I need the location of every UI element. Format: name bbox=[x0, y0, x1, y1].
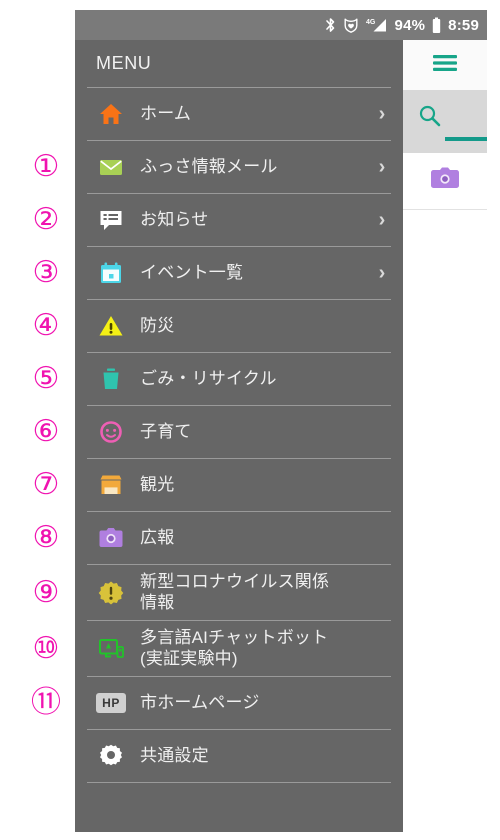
chevron-right-icon: › bbox=[375, 263, 389, 283]
chevron-right-icon: › bbox=[375, 157, 389, 177]
app-content-panel bbox=[403, 40, 487, 832]
mail-icon bbox=[96, 152, 126, 182]
chevron-right-icon: › bbox=[375, 104, 389, 124]
divider bbox=[87, 782, 391, 783]
menu-item-label: お知らせ bbox=[140, 210, 369, 230]
camera-icon[interactable] bbox=[430, 166, 460, 197]
divider bbox=[403, 209, 487, 210]
navigation-drawer: MENU ホーム › ふっさ情報メール › お知らせ › イベント一覧 › 防災ごみ・リサイクル… bbox=[75, 40, 403, 832]
callout-number-6: ⑤ bbox=[24, 364, 68, 394]
calendar-icon bbox=[96, 258, 126, 288]
menu-item-12[interactable]: HP 市ホームページ bbox=[75, 677, 403, 729]
menu-item-5[interactable]: 防災 bbox=[75, 300, 403, 352]
menu-item-13[interactable]: 共通設定 bbox=[75, 730, 403, 782]
hp-badge-icon: HP bbox=[96, 688, 126, 718]
menu-item-8[interactable]: 観光 bbox=[75, 459, 403, 511]
callout-number-12: ⑪ bbox=[24, 688, 68, 718]
battery-percent: 94% bbox=[395, 18, 426, 33]
drawer-title: MENU bbox=[75, 40, 403, 87]
menu-item-1[interactable]: ホーム › bbox=[75, 88, 403, 140]
alert-badge-icon bbox=[96, 578, 126, 608]
callout-number-2: ① bbox=[24, 152, 68, 182]
bluetooth-icon bbox=[325, 17, 336, 33]
menu-item-6[interactable]: ごみ・リサイクル bbox=[75, 353, 403, 405]
menu-item-label: 観光 bbox=[140, 475, 389, 495]
callout-number-3: ② bbox=[24, 205, 68, 235]
callout-number-7: ⑥ bbox=[24, 417, 68, 447]
clock-time: 8:59 bbox=[448, 18, 479, 33]
gear-icon bbox=[96, 741, 126, 771]
menu-item-4[interactable]: イベント一覧 › bbox=[75, 247, 403, 299]
menu-item-7[interactable]: 子育て bbox=[75, 406, 403, 458]
warning-triangle-icon bbox=[96, 311, 126, 341]
search-icon[interactable] bbox=[417, 103, 443, 134]
callout-number-10: ⑨ bbox=[24, 578, 68, 608]
trash-icon bbox=[96, 364, 126, 394]
search-field-underline bbox=[445, 137, 487, 141]
menu-item-label: 防災 bbox=[140, 316, 389, 336]
signal-4g-icon: 4G bbox=[366, 17, 388, 33]
drawer-menu-list: ホーム › ふっさ情報メール › お知らせ › イベント一覧 › 防災ごみ・リサイクル子育て観光… bbox=[75, 88, 403, 783]
child-face-icon bbox=[96, 417, 126, 447]
announcement-icon bbox=[96, 205, 126, 235]
shop-icon bbox=[96, 470, 126, 500]
menu-item-11[interactable]: 多言語AIチャットボット (実証実験中) bbox=[75, 621, 403, 676]
app-toolbar bbox=[403, 40, 487, 90]
hp-text: HP bbox=[96, 693, 126, 713]
menu-item-9[interactable]: 広報 bbox=[75, 512, 403, 564]
camera-icon bbox=[96, 523, 126, 553]
callout-number-8: ⑦ bbox=[24, 470, 68, 500]
heart-shield-icon bbox=[343, 17, 359, 33]
status-bar: 4G 94% 8:59 bbox=[75, 10, 487, 40]
menu-item-label: ホーム bbox=[140, 104, 369, 124]
callout-number-11: ⑩ bbox=[24, 634, 68, 664]
battery-icon bbox=[432, 17, 441, 34]
menu-item-label: 多言語AIチャットボット (実証実験中) bbox=[140, 628, 389, 668]
hamburger-menu-icon[interactable] bbox=[431, 52, 459, 79]
menu-item-label: 広報 bbox=[140, 528, 389, 548]
menu-item-10[interactable]: 新型コロナウイルス関係 情報 bbox=[75, 565, 403, 620]
app-camera-row bbox=[403, 153, 487, 209]
chatbot-icon bbox=[96, 634, 126, 664]
menu-item-label: イベント一覧 bbox=[140, 263, 369, 283]
callout-number-5: ④ bbox=[24, 311, 68, 341]
menu-item-3[interactable]: お知らせ › bbox=[75, 194, 403, 246]
menu-item-label: 市ホームページ bbox=[140, 693, 389, 713]
home-icon bbox=[96, 99, 126, 129]
callout-number-9: ⑧ bbox=[24, 523, 68, 553]
chevron-right-icon: › bbox=[375, 210, 389, 230]
callout-number-4: ③ bbox=[24, 258, 68, 288]
search-bar-area[interactable] bbox=[403, 90, 487, 153]
menu-item-label: 新型コロナウイルス関係 情報 bbox=[140, 572, 389, 612]
menu-item-2[interactable]: ふっさ情報メール › bbox=[75, 141, 403, 193]
menu-item-label: 共通設定 bbox=[140, 746, 389, 766]
phone-screenshot: 4G 94% 8:59 bbox=[75, 10, 487, 832]
menu-item-label: ごみ・リサイクル bbox=[140, 369, 389, 389]
menu-item-label: 子育て bbox=[140, 422, 389, 442]
svg-text:4G: 4G bbox=[366, 19, 376, 26]
menu-item-label: ふっさ情報メール bbox=[140, 157, 369, 177]
